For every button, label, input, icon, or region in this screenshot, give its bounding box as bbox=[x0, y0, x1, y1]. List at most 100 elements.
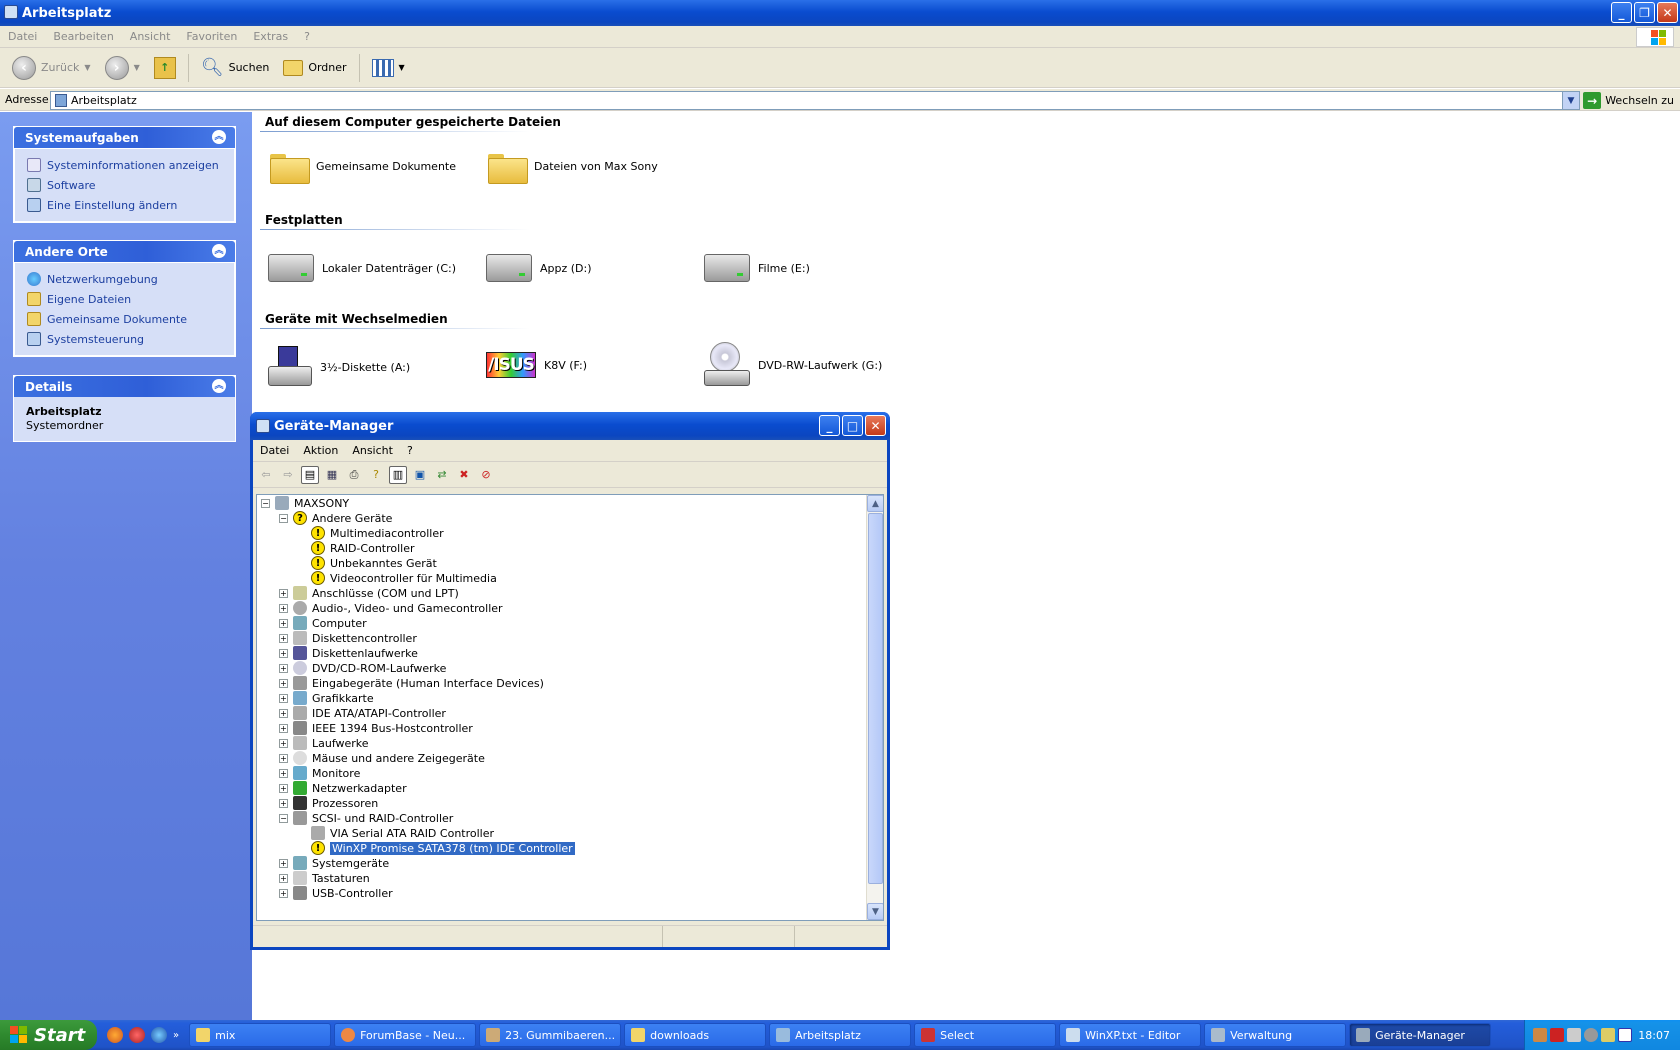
details-header[interactable]: Details ︽ bbox=[14, 376, 235, 397]
tray-hardware-icon[interactable] bbox=[1601, 1028, 1615, 1042]
internet-explorer-icon[interactable] bbox=[151, 1027, 167, 1043]
task-device-manager[interactable]: Geräte-Manager bbox=[1349, 1023, 1492, 1047]
disable-device-icon[interactable]: ⊘ bbox=[477, 466, 495, 484]
item-shared-documents[interactable]: Gemeinsame Dokumente bbox=[270, 150, 456, 184]
tree-category[interactable]: + IEEE 1394 Bus-Hostcontroller bbox=[279, 720, 473, 736]
item-drive-d[interactable]: Appz (D:) bbox=[486, 254, 592, 282]
tray-media-icon[interactable] bbox=[1618, 1028, 1632, 1042]
uninstall-icon[interactable]: ✖ bbox=[455, 466, 473, 484]
tree-category[interactable]: + Grafikkarte bbox=[279, 690, 374, 706]
tree-category[interactable]: + Systemgeräte bbox=[279, 855, 389, 871]
go-button[interactable]: → Wechseln zu bbox=[1583, 92, 1674, 109]
quick-launch-more-icon[interactable]: » bbox=[173, 1030, 179, 1041]
folders-button[interactable]: Ordner bbox=[279, 58, 350, 78]
dm-menu-view[interactable]: Ansicht bbox=[345, 444, 400, 457]
tree-item-selected[interactable]: ! WinXP Promise SATA378 (tm) IDE Controll… bbox=[311, 840, 575, 856]
tree-root[interactable]: − MAXSONY bbox=[261, 495, 349, 511]
scroll-thumb[interactable] bbox=[868, 513, 883, 884]
back-dropdown-icon[interactable]: ▼ bbox=[84, 63, 90, 72]
menu-edit[interactable]: Bearbeiten bbox=[45, 30, 121, 43]
forward-dropdown-icon[interactable]: ▼ bbox=[134, 63, 140, 72]
tray-kaspersky-icon[interactable] bbox=[1550, 1028, 1564, 1042]
tray-volume-icon[interactable] bbox=[1584, 1028, 1598, 1042]
item-max-sony-files[interactable]: Dateien von Max Sony bbox=[488, 150, 658, 184]
place-control-panel[interactable]: Systemsteuerung bbox=[27, 329, 226, 349]
collapse-icon[interactable]: − bbox=[261, 498, 270, 508]
dm-menu-help[interactable]: ? bbox=[400, 444, 420, 457]
minimize-button[interactable]: _ bbox=[1611, 2, 1632, 23]
tree-scsi-raid[interactable]: − SCSI- und RAID-Controller bbox=[279, 810, 453, 826]
task-downloads[interactable]: downloads bbox=[624, 1023, 767, 1047]
firefox-icon[interactable] bbox=[107, 1027, 123, 1043]
tree-category[interactable]: + USB-Controller bbox=[279, 885, 393, 901]
menu-help[interactable]: ? bbox=[296, 30, 318, 43]
tree-category[interactable]: + Mäuse und andere Zeigegeräte bbox=[279, 750, 485, 766]
address-dropdown-icon[interactable]: ▼ bbox=[1562, 92, 1579, 109]
tree-scrollbar[interactable]: ▲ ▼ bbox=[866, 495, 883, 920]
back-arrow-icon[interactable]: ⇦ bbox=[257, 466, 275, 484]
views-button[interactable]: ▼ bbox=[368, 57, 409, 79]
task-gummibaeren[interactable]: 23. Gummibaeren... bbox=[479, 1023, 622, 1047]
dm-menu-action[interactable]: Aktion bbox=[296, 444, 345, 457]
item-floppy-a[interactable]: 3½-Diskette (A:) bbox=[268, 346, 410, 388]
menu-extras[interactable]: Extras bbox=[245, 30, 296, 43]
tree-item[interactable]: ! RAID-Controller bbox=[311, 540, 415, 556]
system-tasks-header[interactable]: Systemaufgaben ︽ bbox=[14, 127, 235, 148]
tray-tool-icon[interactable] bbox=[1567, 1028, 1581, 1042]
tree-category[interactable]: + Computer bbox=[279, 615, 367, 631]
tree-category[interactable]: + IDE ATA/ATAPI-Controller bbox=[279, 705, 446, 721]
up-button[interactable]: ↑ bbox=[150, 55, 180, 81]
window-titlebar[interactable]: Arbeitsplatz _ ❐ ✕ bbox=[0, 0, 1680, 26]
tree-category[interactable]: + Prozessoren bbox=[279, 795, 378, 811]
device-tree[interactable]: − MAXSONY −? Andere Geräte ! Multimediacont… bbox=[256, 494, 884, 921]
properties-icon[interactable]: ▦ bbox=[323, 466, 341, 484]
task-arbeitsplatz[interactable]: Arbeitsplatz bbox=[769, 1023, 912, 1047]
tree-category[interactable]: + Tastaturen bbox=[279, 870, 370, 886]
scan-hardware-icon[interactable]: ▣ bbox=[411, 466, 429, 484]
tree-category[interactable]: + Anschlüsse (COM und LPT) bbox=[279, 585, 459, 601]
close-button[interactable]: ✕ bbox=[1657, 2, 1678, 23]
tree-other-devices[interactable]: −? Andere Geräte bbox=[279, 510, 392, 526]
other-places-header[interactable]: Andere Orte ︽ bbox=[14, 241, 235, 262]
tree-category[interactable]: + Audio-, Video- und Gamecontroller bbox=[279, 600, 503, 616]
print-icon[interactable]: ⎙ bbox=[345, 466, 363, 484]
item-drive-c[interactable]: Lokaler Datenträger (C:) bbox=[268, 254, 456, 282]
tree-category[interactable]: + Diskettenlaufwerke bbox=[279, 645, 418, 661]
back-button[interactable]: ‹ Zurück ▼ bbox=[8, 54, 95, 82]
search-button[interactable]: 🔍︎ Suchen bbox=[197, 55, 274, 80]
clock[interactable]: 18:07 bbox=[1638, 1029, 1670, 1042]
help-icon[interactable]: ? bbox=[367, 466, 385, 484]
task-forumbase[interactable]: ForumBase - Neu... bbox=[334, 1023, 477, 1047]
restore-button[interactable]: ❐ bbox=[1634, 2, 1655, 23]
tree-item[interactable]: ! Videocontroller für Multimedia bbox=[311, 570, 497, 586]
tree-item[interactable]: ! Unbekanntes Gerät bbox=[311, 555, 437, 571]
item-drive-e[interactable]: Filme (E:) bbox=[704, 254, 810, 282]
tree-category[interactable]: + Diskettencontroller bbox=[279, 630, 417, 646]
task-software[interactable]: Software bbox=[27, 175, 226, 195]
place-shared-documents[interactable]: Gemeinsame Dokumente bbox=[27, 309, 226, 329]
address-input[interactable]: Arbeitsplatz ▼ bbox=[50, 91, 1580, 110]
tree-category[interactable]: + Monitore bbox=[279, 765, 360, 781]
tree-category[interactable]: + Netzwerkadapter bbox=[279, 780, 407, 796]
task-verwaltung[interactable]: Verwaltung bbox=[1204, 1023, 1347, 1047]
forward-button[interactable]: › ▼ bbox=[101, 54, 144, 82]
task-system-info[interactable]: Systeminformationen anzeigen bbox=[27, 155, 226, 175]
opera-icon[interactable] bbox=[129, 1027, 145, 1043]
dm-close-button[interactable]: ✕ bbox=[865, 415, 886, 436]
dm-minimize-button[interactable]: _ bbox=[819, 415, 840, 436]
action-pane-icon[interactable]: ▥ bbox=[389, 465, 407, 484]
menu-file[interactable]: Datei bbox=[0, 30, 45, 43]
task-select[interactable]: Select bbox=[914, 1023, 1057, 1047]
task-change-setting[interactable]: Eine Einstellung ändern bbox=[27, 195, 226, 215]
start-button[interactable]: Start bbox=[0, 1020, 97, 1050]
scroll-down-icon[interactable]: ▼ bbox=[867, 903, 883, 920]
collapse-icon[interactable]: − bbox=[279, 513, 288, 523]
tree-category[interactable]: + DVD/CD-ROM-Laufwerke bbox=[279, 660, 446, 676]
menu-favorites[interactable]: Favoriten bbox=[178, 30, 245, 43]
collapse-chevron-icon[interactable]: ︽ bbox=[212, 244, 226, 258]
tree-category[interactable]: + Laufwerke bbox=[279, 735, 369, 751]
forward-arrow-icon[interactable]: ⇨ bbox=[279, 466, 297, 484]
tree-item[interactable]: VIA Serial ATA RAID Controller bbox=[311, 825, 494, 841]
menu-view[interactable]: Ansicht bbox=[122, 30, 179, 43]
task-editor[interactable]: WinXP.txt - Editor bbox=[1059, 1023, 1202, 1047]
